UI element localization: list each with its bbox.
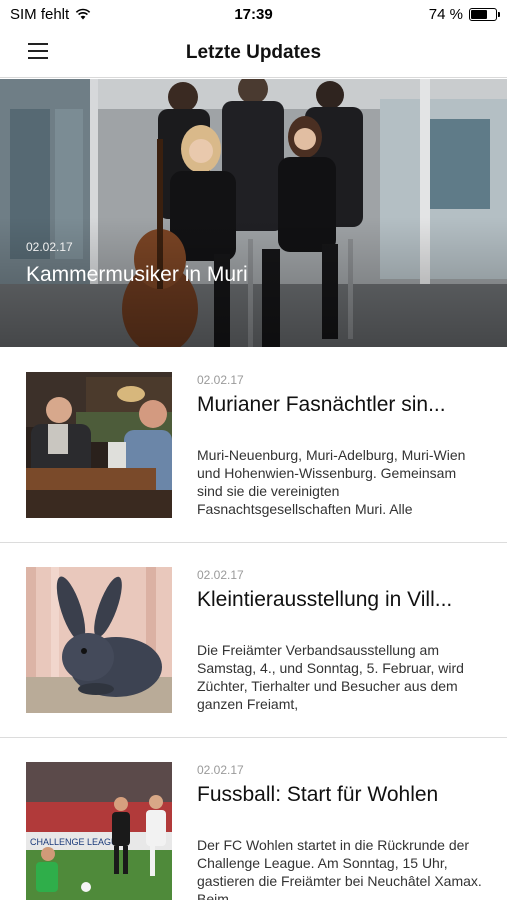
article-teaser: Der FC Wohlen startet in die Rückrunde d… [197,837,482,900]
article-title: Kleintierausstellung in Vill... [197,588,453,611]
article-teaser: Die Freiämter Verbandsausstellung am Sam… [197,642,464,712]
status-left: SIM fehlt [10,6,91,23]
battery-level [471,9,487,19]
article-item[interactable]: 02.02.17 Murianer Fasnächtler sin... Mur… [0,348,507,543]
status-bar: SIM fehlt 17:39 74 % [0,0,507,28]
article-thumbnail: CHALLENGE LEAGUE [26,762,172,900]
wifi-icon [76,8,91,20]
carrier-text: SIM fehlt [10,5,70,23]
battery-percent: 74 % [428,5,463,23]
fasnacht-photo [26,372,172,518]
status-right: 74 % [428,5,500,23]
hero-date: 02.02.17 [26,240,73,254]
article-date: 02.02.17 [197,568,244,582]
hero-article[interactable]: 02.02.17 Kammermusiker in Muri [0,79,507,347]
article-title: Fussball: Start für Wohlen [197,783,439,806]
battery-tip [498,11,500,17]
hamburger-menu-icon[interactable] [28,43,48,59]
rabbit-photo [26,567,172,713]
ad-board-text: CHALLENGE LEAGUE [30,837,124,847]
football-photo: CHALLENGE LEAGUE [26,762,172,900]
battery-icon [469,7,500,21]
article-teaser: Muri-Neuenburg, Muri-Adelburg, Muri-Wien… [197,447,466,517]
hero-title: Kammermusiker in Muri [26,263,248,286]
article-thumbnail [26,372,172,518]
article-thumbnail [26,567,172,713]
page-title: Letzte Updates [185,41,322,63]
article-item[interactable]: 02.02.17 Kleintierausstellung in Vill...… [0,543,507,738]
navigation-bar: Letzte Updates [0,28,507,78]
article-title: Murianer Fasnächtler sin... [197,393,446,416]
article-date: 02.02.17 [197,763,244,777]
article-date: 02.02.17 [197,373,244,387]
article-item[interactable]: CHALLENGE LEAGUE 02.02.17 Fussball: Star… [0,738,507,900]
